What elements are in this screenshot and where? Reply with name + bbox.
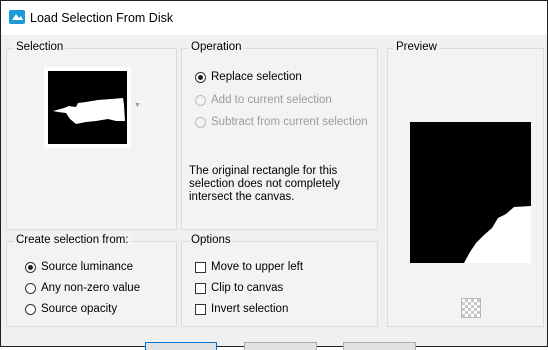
thumbnail-dropdown-icon[interactable]: ▼: [134, 102, 141, 109]
thumbnail-shape: [53, 98, 125, 124]
checkbox-indicator[interactable]: [195, 303, 206, 315]
clip-to-canvas-checkbox[interactable]: Clip to canvas: [195, 282, 283, 294]
radio-label: Subtract from current selection: [211, 116, 368, 128]
app-icon: [9, 10, 25, 24]
radio-label: Add to current selection: [211, 94, 332, 106]
checkbox-label: Clip to canvas: [211, 282, 284, 294]
transparency-checker-icon[interactable]: [461, 298, 481, 318]
add-to-selection-radio[interactable]: Add to current selection: [195, 94, 332, 106]
title-bar[interactable]: Load Selection From Disk: [1, 1, 547, 35]
radio-indicator[interactable]: [25, 261, 36, 273]
radio-label: Source luminance: [41, 261, 134, 273]
radio-indicator[interactable]: [25, 282, 36, 294]
subtract-from-selection-radio[interactable]: Subtract from current selection: [195, 116, 368, 128]
create-from-legend: Create selection from:: [14, 234, 131, 246]
radio-indicator[interactable]: [195, 116, 206, 128]
radio-indicator[interactable]: [195, 71, 206, 83]
selection-legend: Selection: [14, 41, 66, 53]
checkbox-label: Invert selection: [211, 303, 289, 315]
radio-indicator[interactable]: [25, 303, 36, 315]
thumbnail-image: [48, 71, 127, 144]
ok-button[interactable]: [145, 342, 217, 350]
any-non-zero-radio[interactable]: Any non-zero value: [25, 282, 140, 294]
checkbox-label: Move to upper left: [211, 261, 304, 273]
options-legend: Options: [189, 234, 233, 246]
preview-shape: [464, 206, 531, 263]
intersection-warning-text: The original rectangle for this selectio…: [189, 165, 340, 203]
radio-label: Replace selection: [211, 71, 302, 83]
replace-selection-radio[interactable]: Replace selection: [195, 71, 302, 83]
window-title: Load Selection From Disk: [30, 11, 174, 25]
preview-image: [410, 122, 531, 263]
operation-legend: Operation: [189, 41, 244, 53]
radio-indicator[interactable]: [195, 94, 206, 106]
checkbox-indicator[interactable]: [195, 261, 206, 273]
radio-label: Any non-zero value: [41, 282, 141, 294]
help-button[interactable]: [343, 342, 416, 350]
cancel-button[interactable]: [244, 342, 317, 350]
invert-selection-checkbox[interactable]: Invert selection: [195, 303, 288, 315]
source-luminance-radio[interactable]: Source luminance: [25, 261, 133, 273]
checkbox-indicator[interactable]: [195, 282, 206, 294]
source-opacity-radio[interactable]: Source opacity: [25, 303, 117, 315]
dialog-window: Load Selection From Disk Selection ▼ Ope…: [0, 0, 548, 350]
move-to-upper-left-checkbox[interactable]: Move to upper left: [195, 261, 303, 273]
selection-thumbnail[interactable]: [44, 67, 131, 148]
radio-label: Source opacity: [41, 303, 118, 315]
preview-legend: Preview: [394, 41, 439, 53]
